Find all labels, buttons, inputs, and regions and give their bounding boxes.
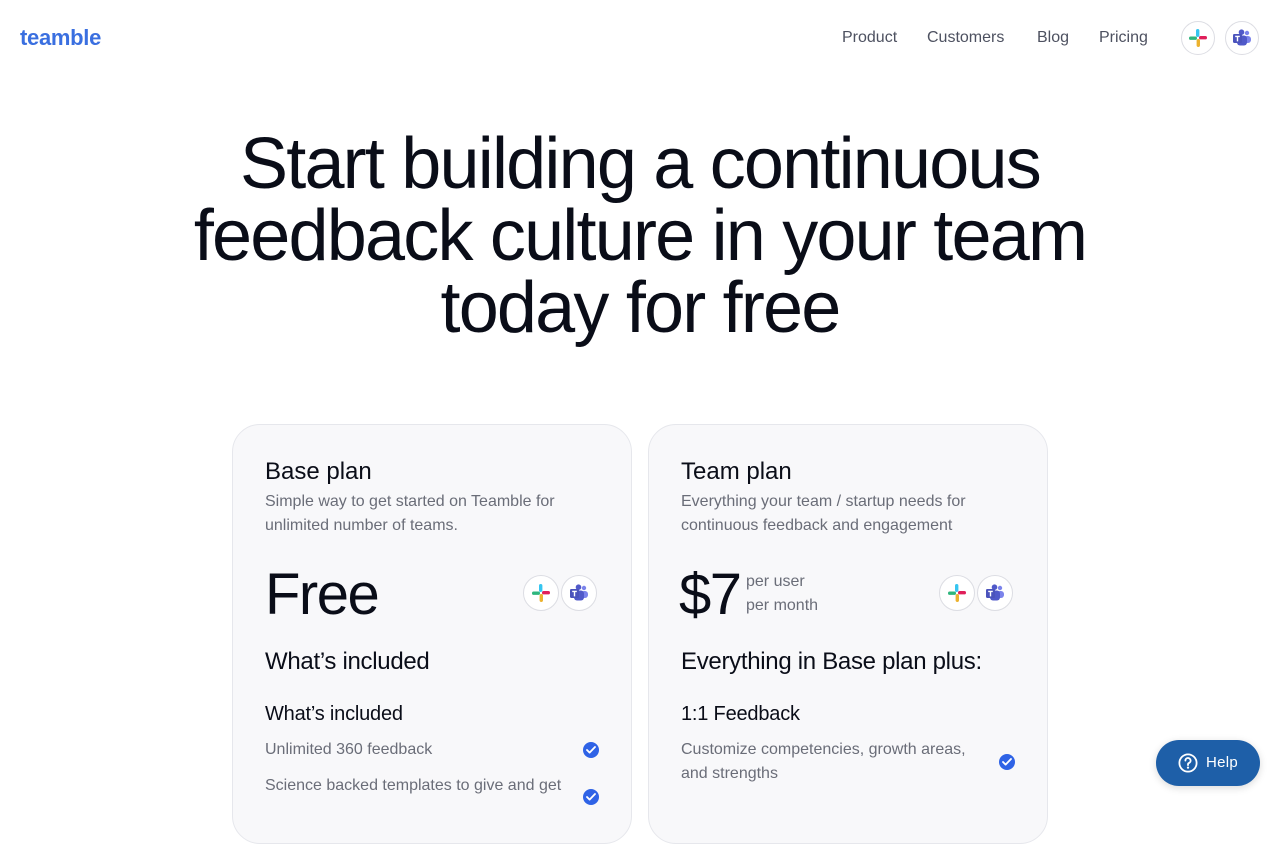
microsoft-teams-icon[interactable] xyxy=(1225,21,1259,55)
price-unit: per user per month xyxy=(746,570,818,618)
help-label: Help xyxy=(1206,754,1239,771)
slack-icon[interactable] xyxy=(1181,21,1215,55)
check-icon xyxy=(583,789,599,805)
teamble-logo[interactable]: teamble xyxy=(20,25,101,51)
plan-integrations xyxy=(523,575,599,611)
hero-line: feedback culture in your team xyxy=(193,196,1088,276)
check-icon xyxy=(999,754,1015,770)
plan-integrations xyxy=(939,575,1015,611)
plan-description: Simple way to get started on Teamble for… xyxy=(265,493,555,534)
nav-pricing[interactable]: Pricing xyxy=(1099,28,1148,48)
nav-customers[interactable]: Customers xyxy=(927,28,1004,48)
nav-product[interactable]: Product xyxy=(842,28,897,48)
nav-blog[interactable]: Blog xyxy=(1037,28,1069,48)
plan-title: Base plan xyxy=(265,458,372,485)
feature-item: Unlimited 360 feedback xyxy=(265,741,433,758)
check-icon xyxy=(583,742,599,758)
section-heading: Everything in Base plan plus: xyxy=(681,648,982,675)
plan-price: Free xyxy=(265,562,380,627)
price-unit-line: per user xyxy=(746,573,805,590)
microsoft-teams-icon xyxy=(561,575,597,611)
hero-line: Start building a continuous xyxy=(240,124,1042,204)
question-circle-icon xyxy=(1178,753,1198,773)
feature-group-heading: What’s included xyxy=(265,703,403,725)
slack-icon xyxy=(523,575,559,611)
microsoft-teams-icon xyxy=(977,575,1013,611)
feature-item: Customize competencies, growth areas, an… xyxy=(681,741,966,782)
base-plan-card: Base plan Simple way to get started on T… xyxy=(232,424,632,844)
plan-description: Everything your team / startup needs for… xyxy=(681,493,966,534)
plan-price: $7 xyxy=(679,562,742,627)
top-navigation: teamble Product Customers Blog Pricing xyxy=(0,0,1280,76)
feature-item: Science backed templates to give and get xyxy=(265,777,562,794)
help-button[interactable]: Help xyxy=(1156,740,1260,786)
hero-line: today for free xyxy=(440,268,841,348)
team-plan-card: Team plan Everything your team / startup… xyxy=(648,424,1048,844)
plan-title: Team plan xyxy=(681,458,792,485)
feature-group-heading: 1:1 Feedback xyxy=(681,703,800,725)
section-heading: What’s included xyxy=(265,648,430,675)
slack-icon xyxy=(939,575,975,611)
hero-heading: Start building a continuous feedback cul… xyxy=(0,128,1280,344)
price-unit-line: per month xyxy=(746,597,819,614)
